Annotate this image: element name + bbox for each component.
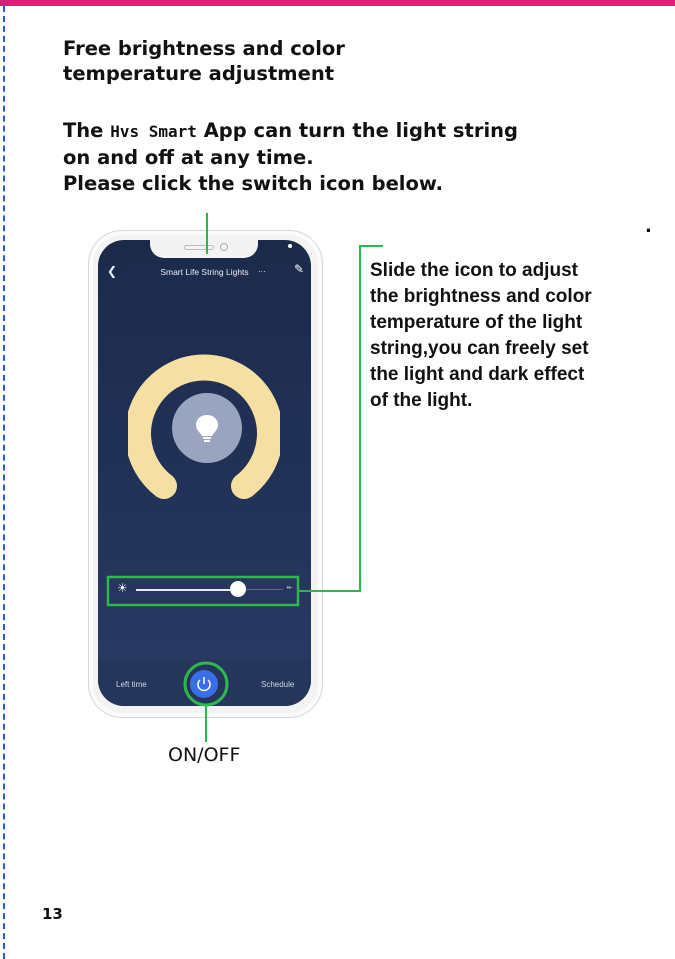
callout-line-3: temperature of the light (370, 312, 583, 333)
on-off-label: ON/OFF (168, 744, 241, 766)
slider-callout-text: Slide the icon to adjust the brightness … (370, 258, 660, 414)
callout-line-6: of the light. (370, 390, 473, 411)
page-number: 13 (42, 905, 63, 923)
callout-line-4: string,you can freely set (370, 338, 589, 359)
callout-overlay (106, 213, 383, 742)
callout-line-5: the light and dark effect (370, 364, 585, 385)
callout-line-1: Slide the icon to adjust (370, 260, 578, 281)
slider-highlight-box (106, 575, 300, 607)
power-highlight-circle (183, 661, 229, 707)
callout-line-2: the brightness and color (370, 286, 592, 307)
